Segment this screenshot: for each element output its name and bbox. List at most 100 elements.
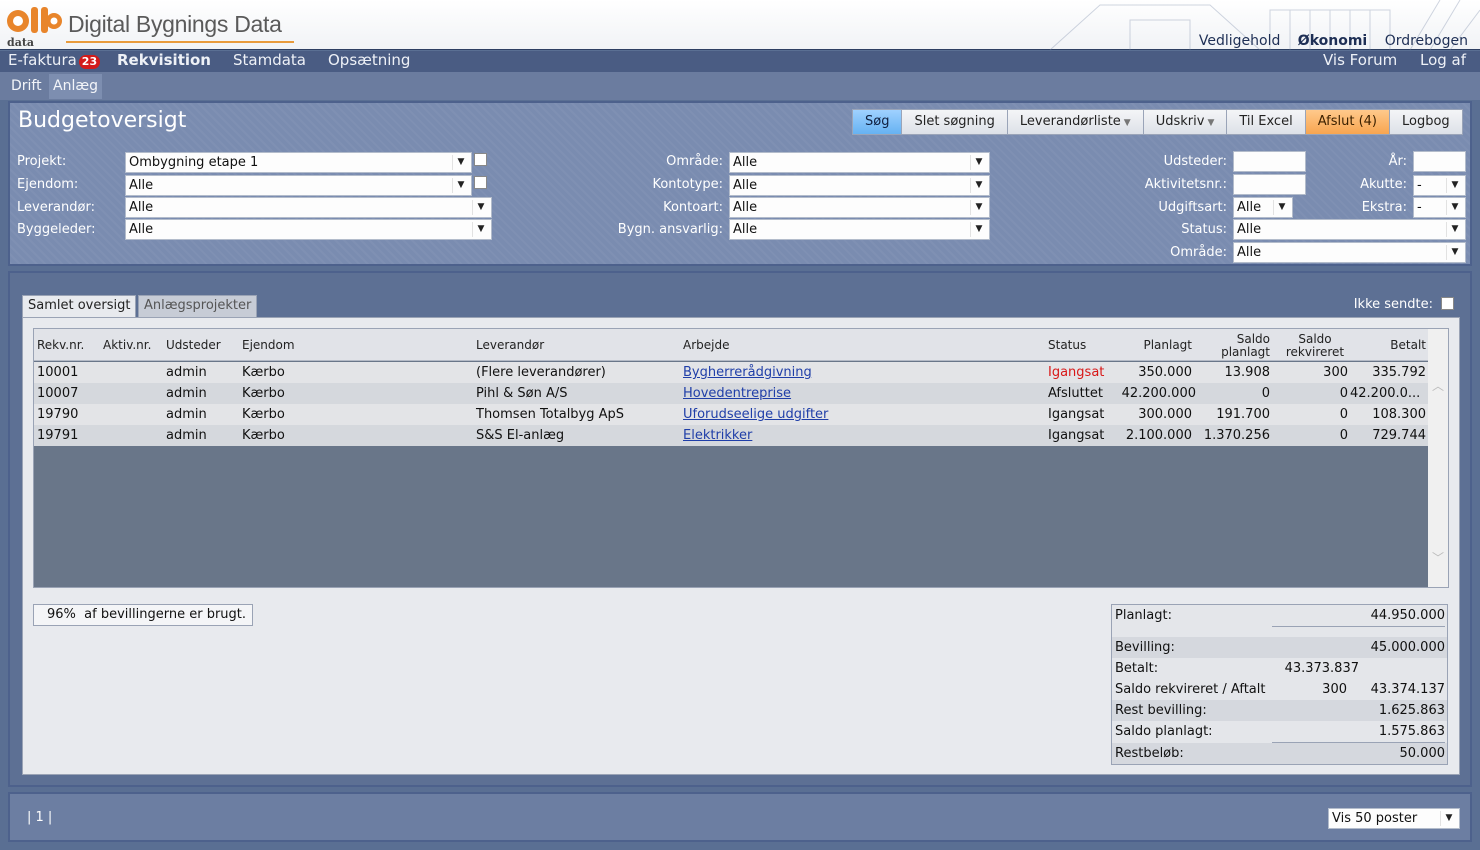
content-panel: Samlet oversigt Anlægsprojekter Ikke sen… [8, 271, 1472, 787]
til-excel-button[interactable]: Til Excel [1227, 109, 1306, 135]
tab-samlet-oversigt[interactable]: Samlet oversigt [22, 295, 137, 317]
status-value: Alle [1237, 222, 1262, 237]
logo-underline [66, 41, 294, 43]
ikke-sendte-checkbox[interactable] [1441, 297, 1454, 310]
cell-udsteder: admin [166, 407, 207, 422]
cell-ejendom: Kærbo [242, 365, 285, 380]
budget-summary: Planlagt: 44.950.000 Bevilling: 45.000.0… [1111, 604, 1448, 765]
leverandorliste-button[interactable]: Leverandørliste ▼ [1007, 109, 1144, 135]
table-row[interactable]: 19791 admin Kærbo S&S El-anlæg Elektrikk… [34, 425, 1429, 446]
col-aktiv[interactable]: Aktiv.nr. [103, 339, 151, 352]
ejendom-value: Alle [129, 178, 154, 193]
summary-divider [1272, 626, 1445, 627]
byggeleder-select[interactable]: Alle ▼ [125, 219, 492, 240]
cell-ejendom: Kærbo [242, 386, 285, 401]
udgiftsart-label: Udgiftsart: [1158, 200, 1227, 215]
dropdown-arrow-icon: ▼ [1440, 811, 1457, 826]
col-leverandor[interactable]: Leverandør [476, 339, 544, 352]
col-betalt[interactable]: Betalt [1364, 339, 1426, 352]
top-link-ordrebogen[interactable]: Ordrebogen [1385, 33, 1468, 49]
dropdown-arrow-icon: ▼ [1446, 200, 1463, 215]
subnav-tab-anlaeg[interactable]: Anlæg [49, 74, 102, 99]
cell-betalt: 335.792 [1372, 365, 1426, 380]
nav-item-efaktura[interactable]: E-faktura 23 [8, 51, 101, 70]
table-row[interactable]: 10007 admin Kærbo Pihl & Søn A/S Hoveden… [34, 383, 1429, 404]
dropdown-arrow-icon: ▼ [970, 155, 987, 170]
ekstra-select[interactable]: - ▼ [1413, 197, 1466, 218]
projekt-checkbox[interactable] [474, 153, 487, 166]
table-row[interactable]: 19790 admin Kærbo Thomsen Totalbyg ApS U… [34, 404, 1429, 425]
byggeleder-label: Byggeleder: [17, 222, 96, 237]
sog-button[interactable]: Søg [852, 109, 903, 135]
cell-arbejde-link[interactable]: Uforudseelige udgifter [683, 404, 828, 425]
aar-input[interactable] [1413, 151, 1466, 172]
summary-betalt-label: Betalt: [1115, 661, 1159, 676]
kontoart-select[interactable]: Alle ▼ [729, 197, 990, 218]
slet-sogning-button[interactable]: Slet søgning [902, 109, 1008, 135]
vis-forum-link[interactable]: Vis Forum [1323, 51, 1397, 70]
logbog-button[interactable]: Logbog [1389, 109, 1463, 135]
nav-item-rekvisition[interactable]: Rekvisition [117, 51, 211, 70]
cell-betalt: 108.300 [1372, 407, 1426, 422]
scroll-down-icon[interactable]: ﹀ [1431, 551, 1445, 565]
table-scrollbar[interactable]: ︿ ﹀ [1428, 329, 1448, 587]
cell-arbejde-link[interactable]: Elektrikker [683, 425, 752, 446]
budget-usage-box: 96% af bevillingerne er brugt. [33, 604, 253, 626]
leverandor-select[interactable]: Alle ▼ [125, 197, 492, 218]
col-udsteder[interactable]: Udsteder [166, 339, 221, 352]
col-arbejde[interactable]: Arbejde [683, 339, 729, 352]
ejendom-checkbox[interactable] [474, 176, 487, 189]
col-saldo-rekvireret[interactable]: Saldo rekvireret [1282, 333, 1348, 359]
summary-saldo-rekv-value: 300 [1322, 682, 1347, 697]
summary-bevilling-label: Bevilling: [1115, 640, 1175, 655]
summary-saldo-planlagt: Saldo planlagt: 1.575.863 [1112, 721, 1447, 742]
vis-poster-value: Vis 50 poster [1332, 811, 1418, 826]
nav-item-stamdata[interactable]: Stamdata [233, 51, 306, 70]
cell-arbejde-link[interactable]: Hovedentreprise [683, 383, 791, 404]
afslut-button[interactable]: Afslut (4) [1305, 109, 1390, 135]
projekt-select[interactable]: Ombygning etape 1 ▼ [125, 152, 472, 173]
log-af-link[interactable]: Log af [1420, 51, 1466, 70]
vis-poster-select[interactable]: Vis 50 poster ▼ [1328, 808, 1460, 829]
udsteder-input[interactable] [1233, 151, 1306, 172]
top-link-vedligehold[interactable]: Vedligehold [1199, 33, 1280, 49]
status-label: Status: [1181, 222, 1227, 237]
summary-betalt-value: 43.373.837 [1284, 661, 1359, 676]
col-saldo-planlagt-line2: planlagt [1221, 345, 1270, 359]
omraade2-select[interactable]: Alle ▼ [1233, 242, 1466, 263]
aktivitetsnr-input[interactable] [1233, 174, 1306, 195]
cell-arbejde-link[interactable]: Bygherrerådgivning [683, 362, 812, 383]
col-rekv[interactable]: Rekv.nr. [37, 339, 84, 352]
pagination[interactable]: | 1 | [27, 810, 52, 825]
status-select[interactable]: Alle ▼ [1233, 219, 1466, 240]
summary-restbelob-value: 50.000 [1399, 746, 1446, 761]
col-planlagt[interactable]: Planlagt [1134, 339, 1192, 352]
dropdown-arrow-icon: ▼ [1446, 222, 1463, 237]
col-status[interactable]: Status [1048, 339, 1086, 352]
kontotype-label: Kontotype: [652, 177, 723, 192]
col-saldo-planlagt[interactable]: Saldo planlagt [1204, 333, 1270, 359]
ekstra-label: Ekstra: [1361, 200, 1407, 215]
summary-bevilling: Bevilling: 45.000.000 [1112, 637, 1447, 658]
udgiftsart-select[interactable]: Alle ▼ [1233, 197, 1293, 218]
summary-planlagt-value: 44.950.000 [1370, 608, 1445, 623]
bygn-ansvarlig-select[interactable]: Alle ▼ [729, 219, 990, 240]
akutte-select[interactable]: - ▼ [1413, 175, 1466, 196]
scroll-up-icon[interactable]: ︿ [1431, 379, 1445, 393]
col-ejendom[interactable]: Ejendom [242, 339, 295, 352]
kontotype-select[interactable]: Alle ▼ [729, 175, 990, 196]
cell-saldo-planlagt: 13.908 [1224, 365, 1271, 380]
ejendom-select[interactable]: Alle ▼ [125, 175, 472, 196]
cell-leverandor: Thomsen Totalbyg ApS [476, 407, 625, 422]
summary-rest-label: Rest bevilling: [1115, 703, 1207, 718]
summary-rest-value: 1.625.863 [1378, 703, 1445, 718]
tab-anlaegsprojekter[interactable]: Anlægsprojekter [138, 295, 258, 317]
omraade-select[interactable]: Alle ▼ [729, 152, 990, 173]
footer-panel: | 1 | Vis 50 poster ▼ [8, 792, 1472, 842]
udskriv-button[interactable]: Udskriv ▼ [1143, 109, 1228, 135]
table-row[interactable]: 10001 admin Kærbo (Flere leverandører) B… [34, 362, 1429, 383]
top-link-okonomi[interactable]: Økonomi [1298, 33, 1367, 49]
omraade-label: Område: [666, 154, 723, 169]
subnav-tab-drift[interactable]: Drift [7, 74, 46, 99]
nav-item-opsaetning[interactable]: Opsætning [328, 51, 410, 70]
